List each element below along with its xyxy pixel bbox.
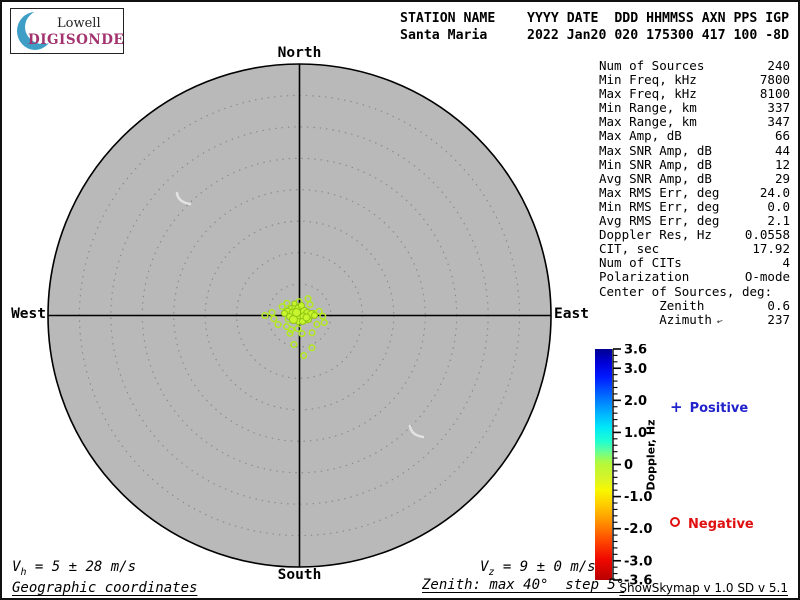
measurement-stats-panel: Num of Sources 240 Min Freq, kHz 7800 Max Fr…: [599, 58, 790, 329]
stat-label: Avg SNR Amp, dB: [599, 170, 712, 186]
stat-row: CIT, sec 17.92: [599, 242, 790, 256]
stat-label: Max RMS Err, deg: [599, 184, 720, 200]
stat-label: Min RMS Err, deg: [599, 198, 720, 214]
stat-value: 8100: [759, 86, 790, 102]
legend-positive: + Positive: [670, 398, 748, 416]
colorbar-tick-label: 3.0: [624, 362, 647, 377]
stat-row: Max RMS Err, deg 24.0: [599, 184, 790, 200]
stat-row: Doppler Res, Hz 0.0558: [599, 228, 790, 242]
stat-row: Min Freq, kHz 7800: [599, 72, 790, 88]
lowell-digisonde-logo: Lowell DIGISONDE: [10, 8, 124, 54]
source-point-filled: [292, 308, 302, 318]
stat-row: Max Range, km 347: [599, 115, 790, 129]
colorbar-tick-label: 2.0: [624, 394, 647, 409]
stat-value: 44: [774, 142, 790, 158]
horizontal-velocity-readout: Vh = 5 ± 28 m/s: [12, 559, 137, 578]
doppler-colorbar: [595, 349, 612, 580]
version-label: ShowSkymap v 1.0 SD v 5.1: [619, 581, 788, 595]
colorbar-tick-label: -1.0: [624, 490, 652, 505]
azimuth-direction-arrow-icon: ←: [715, 315, 725, 328]
stat-value: 2.1: [767, 213, 790, 229]
positive-marker-icon: +: [670, 398, 683, 416]
stat-row: Min SNR Amp, dB 12: [599, 156, 790, 172]
stat-value: 0.0558: [744, 227, 790, 243]
stat-label: Zenith: [599, 297, 705, 313]
stat-label: Num of CITs: [599, 255, 682, 271]
stat-value: 337: [767, 100, 790, 116]
stat-value: 7800: [759, 72, 790, 88]
stat-row: Azimuth ← 237: [599, 311, 790, 329]
legend-negative-label: Negative: [688, 517, 754, 532]
stat-row: Max Amp, dB 66: [599, 129, 790, 143]
stat-value: 24.0: [759, 184, 790, 200]
stat-label: Max Range, km: [599, 114, 697, 130]
stat-value: 240: [767, 58, 790, 73]
logo-text-lowell: Lowell: [57, 16, 101, 31]
stat-value: 4: [782, 255, 790, 271]
stat-label: Max Amp, dB: [599, 128, 682, 144]
stat-row: Avg RMS Err, deg 2.1: [599, 213, 790, 229]
stat-value: 12: [774, 156, 790, 172]
stat-label: Center of Sources, deg:: [599, 283, 773, 299]
source-point-filled: [302, 313, 311, 322]
stat-row: Min Range, km 337: [599, 101, 790, 115]
colorbar-axis-label: Doppler, Hz: [644, 419, 658, 491]
stat-label: Polarization: [599, 269, 690, 285]
compass-label-west: West: [11, 306, 46, 322]
coordinate-system-label: Geographic coordinates: [12, 580, 198, 596]
source-point-filled: [280, 309, 288, 317]
stat-label: Azimuth ←: [599, 312, 725, 329]
stat-label: Min Range, km: [599, 100, 697, 116]
stat-label: Doppler Res, Hz: [599, 227, 712, 243]
colorbar-tick-label: -3.0: [624, 554, 652, 569]
stat-label: Num of Sources: [599, 58, 705, 73]
negative-marker-icon: [670, 517, 680, 527]
colorbar-tick-label: 3.6: [624, 344, 647, 358]
compass-label-north: North: [277, 45, 322, 61]
stat-value: O-mode: [744, 269, 790, 285]
stat-row: Zenith 0.6: [599, 297, 790, 313]
stat-row: Polarization O-mode: [599, 270, 790, 284]
header-station-values: Santa Maria 2022 Jan20 020 175300 417 10…: [400, 28, 790, 43]
stat-label: Avg RMS Err, deg: [599, 213, 720, 229]
stat-label: CIT, sec: [599, 241, 660, 257]
stat-label: Max SNR Amp, dB: [599, 142, 712, 158]
legend-negative: Negative: [670, 517, 754, 532]
header-column-titles: STATION NAME YYYY DATE DDD HHMMSS AXN PP…: [400, 11, 790, 26]
stat-value: 0.0: [767, 198, 790, 214]
stat-value: 66: [774, 128, 790, 144]
showskymap-window: Lowell DIGISONDE STATION NAME YYYY DATE …: [0, 0, 800, 600]
stat-label: Min Freq, kHz: [599, 72, 697, 88]
stat-label: Max Freq, kHz: [599, 86, 697, 102]
compass-label-east: East: [554, 306, 589, 322]
logo-text-digisonde: DIGISONDE: [28, 32, 124, 48]
stat-value: 17.92: [752, 241, 790, 257]
source-point-filled: [297, 302, 305, 310]
stat-value: 0.6: [767, 297, 790, 313]
stat-label: Min SNR Amp, dB: [599, 156, 712, 172]
vertical-velocity-readout: Vz = 9 ± 0 m/s: [480, 559, 596, 578]
stat-value: 347: [767, 114, 790, 130]
stat-row: Center of Sources, deg:: [599, 283, 790, 299]
colorbar-tick-label: -2.0: [624, 522, 652, 537]
legend-positive-label: Positive: [689, 401, 749, 416]
stat-value: 29: [774, 170, 790, 186]
stat-row: Min RMS Err, deg 0.0: [599, 198, 790, 214]
colorbar-tick-label: 0: [624, 458, 633, 473]
stat-value: 237: [767, 311, 790, 327]
stat-row: Max Freq, kHz 8100: [599, 87, 790, 101]
stat-row: Avg SNR Amp, dB 29: [599, 170, 790, 186]
source-point-filled: [311, 312, 319, 319]
zenith-range-label: Zenith: max 40° step 5°: [422, 577, 625, 593]
stat-row: Max SNR Amp, dB 44: [599, 142, 790, 158]
compass-label-south: South: [277, 567, 322, 583]
stat-row: Num of Sources 240: [599, 58, 790, 73]
stat-row: Num of CITs 4: [599, 256, 790, 270]
source-point-filled: [291, 300, 298, 307]
